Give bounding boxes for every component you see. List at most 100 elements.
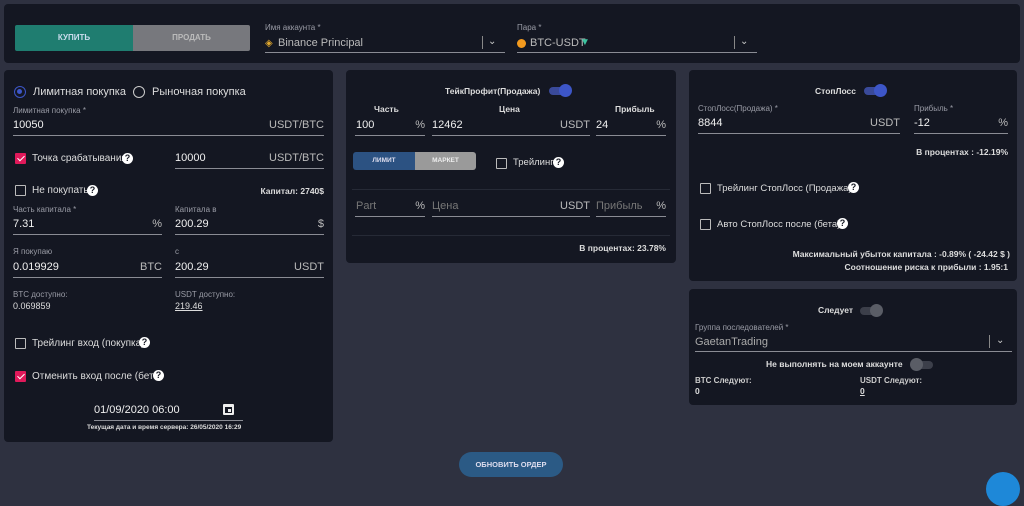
- new-price-input[interactable]: Цена: [432, 200, 458, 212]
- help-icon[interactable]: ?: [153, 370, 164, 381]
- radio-market-label[interactable]: Рыночная покупка: [152, 86, 246, 98]
- radio-limit[interactable]: [14, 86, 26, 98]
- chevron-down-icon[interactable]: ⌄: [740, 36, 748, 47]
- col-price: Цена: [499, 104, 520, 114]
- no-exec-toggle[interactable]: [911, 361, 933, 369]
- risk-ratio: Соотношение риска к прибыли : 1.95:1: [844, 262, 1008, 272]
- part-label: Часть капитала *: [13, 205, 76, 214]
- limit-unit: USDT/BTC: [269, 119, 324, 131]
- follow-toggle[interactable]: [860, 307, 882, 315]
- new-price-unit: USDT: [560, 200, 590, 212]
- buy-amount-input[interactable]: 0.019929: [13, 261, 59, 273]
- tp-part-input[interactable]: 100: [356, 119, 374, 131]
- take-profit-toggle[interactable]: [549, 87, 571, 95]
- chat-button[interactable]: [986, 472, 1020, 506]
- auto-sl-checkbox[interactable]: [700, 219, 711, 230]
- tp-trailing-checkbox[interactable]: [496, 158, 507, 169]
- calendar-icon[interactable]: [223, 404, 234, 415]
- cap-in-input[interactable]: 200.29: [175, 218, 209, 230]
- update-order-button[interactable]: ОБНОВИТЬ ОРДЕР: [459, 452, 563, 477]
- btc-follow-value: 0: [695, 386, 700, 396]
- help-icon[interactable]: ?: [848, 182, 859, 193]
- trigger-label: Точка срабатывания: [32, 153, 127, 164]
- server-time: Текущая дата и время сервера: 26/05/2020…: [87, 424, 241, 431]
- trigger-unit: USDT/BTC: [269, 152, 324, 164]
- account-select[interactable]: Binance Principal: [278, 37, 363, 49]
- divider: [352, 189, 670, 190]
- tp-price-unit: USDT: [560, 119, 590, 131]
- trigger-input[interactable]: 10000: [175, 152, 206, 164]
- help-icon[interactable]: ?: [139, 337, 150, 348]
- btc-available: 0.069859: [13, 301, 51, 311]
- cancel-entry-checkbox[interactable]: [15, 371, 26, 382]
- group-select[interactable]: GaetanTrading: [695, 336, 768, 348]
- group-label: Группа последователей *: [695, 323, 789, 332]
- tp-percent: В процентах: 23.78%: [579, 243, 666, 253]
- buy-amount-unit: BTC: [140, 261, 162, 273]
- new-part-input[interactable]: Part: [356, 200, 376, 212]
- radio-market[interactable]: [133, 86, 145, 98]
- chevron-down-icon[interactable]: ⌄: [996, 335, 1004, 346]
- usdt-follow-link[interactable]: 0: [860, 386, 865, 396]
- auto-sl-label: Авто СтопЛосс после (бета): [717, 219, 840, 230]
- cap-in-label: Капитала в: [175, 205, 217, 214]
- help-icon[interactable]: ?: [87, 185, 98, 196]
- buy-button[interactable]: КУПИТЬ: [15, 25, 133, 51]
- sl-profit-label: Прибыль *: [914, 104, 953, 113]
- tp-price-input[interactable]: 12462: [432, 119, 463, 131]
- sl-input[interactable]: 8844: [698, 117, 722, 129]
- help-icon[interactable]: ?: [122, 153, 133, 164]
- help-icon[interactable]: ?: [553, 157, 564, 168]
- part-unit: %: [152, 218, 162, 230]
- col-part: Часть: [374, 104, 399, 114]
- sell-button[interactable]: ПРОДАТЬ: [133, 25, 250, 51]
- trigger-checkbox[interactable]: [15, 153, 26, 164]
- take-profit-title: ТейкПрофит(Продажа): [445, 86, 540, 96]
- stop-loss-toggle[interactable]: [864, 87, 886, 95]
- new-profit-input[interactable]: Прибыль: [596, 200, 643, 212]
- tp-trailing-label: Трейлинг: [513, 157, 554, 168]
- trailing-entry-checkbox[interactable]: [15, 338, 26, 349]
- capital-text: Капитал: 2740$: [261, 186, 325, 196]
- help-icon[interactable]: ?: [837, 218, 848, 229]
- market-button[interactable]: МАРКЕТ: [415, 152, 476, 170]
- sl-percent: В процентах : -12.19%: [916, 147, 1008, 157]
- from-label: с: [175, 247, 179, 256]
- sl-trailing-checkbox[interactable]: [700, 183, 711, 194]
- chevron-down-icon[interactable]: ⌄: [488, 36, 496, 47]
- pair-select[interactable]: BTC-USDT: [530, 37, 586, 49]
- no-exec-label: Не выполнять на моем аккаунте: [766, 359, 903, 369]
- binance-icon: ◈: [265, 38, 273, 49]
- sl-profit-unit: %: [998, 117, 1008, 129]
- no-buy-label: Не покупать: [32, 185, 89, 196]
- limit-label: Лимитная покупка *: [13, 106, 86, 115]
- no-buy-checkbox[interactable]: [15, 185, 26, 196]
- sl-profit-input[interactable]: -12: [914, 117, 930, 129]
- tp-profit-input[interactable]: 24: [596, 119, 608, 131]
- from-input[interactable]: 200.29: [175, 261, 209, 273]
- part-input[interactable]: 7.31: [13, 218, 34, 230]
- btc-available-label: BTC доступно:: [13, 290, 68, 299]
- sl-label: СтопЛосс(Продажа) *: [698, 104, 778, 113]
- stop-loss-title: СтопЛосс: [815, 86, 856, 96]
- date-input[interactable]: 01/09/2020 06:00: [94, 404, 180, 416]
- usdt-available-link[interactable]: 219.46: [175, 301, 203, 311]
- account-label: Имя аккаунта *: [265, 23, 321, 32]
- pair-label: Пара *: [517, 23, 541, 32]
- limit-button[interactable]: ЛИМИТ: [353, 152, 415, 170]
- tp-part-unit: %: [415, 119, 425, 131]
- tp-profit-unit: %: [656, 119, 666, 131]
- usdt-available-label: USDT доступно:: [175, 290, 235, 299]
- sl-trailing-label: Трейлинг СтопЛосс (Продажа): [717, 183, 852, 194]
- btc-icon: [517, 39, 526, 48]
- divider: [352, 235, 670, 236]
- trailing-entry-label: Трейлинг вход (покупка): [32, 338, 144, 349]
- buy-amount-label: Я покупаю: [13, 247, 52, 256]
- new-part-unit: %: [415, 200, 425, 212]
- radio-limit-label[interactable]: Лимитная покупка: [33, 86, 126, 98]
- follow-title: Следует: [818, 305, 853, 315]
- usdt-follow-label: USDT Следуют:: [860, 376, 922, 385]
- btc-follow-label: BTC Следуют:: [695, 376, 752, 385]
- from-unit: USDT: [294, 261, 324, 273]
- limit-input[interactable]: 10050: [13, 119, 44, 131]
